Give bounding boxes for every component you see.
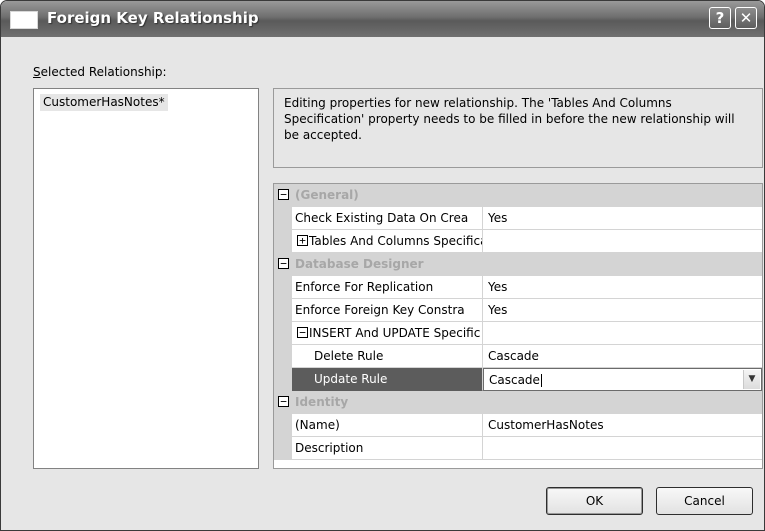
property-row-name[interactable]: (Name) CustomerHasNotes (274, 414, 762, 437)
property-name: Delete Rule (292, 345, 483, 368)
category-general[interactable]: − (General) (274, 184, 762, 207)
property-row-tables-columns[interactable]: Tables And Columns Specifica + (274, 230, 762, 253)
property-value[interactable]: Cascade (489, 373, 540, 387)
property-value[interactable] (483, 322, 762, 345)
description-panel: Editing properties for new relationship.… (273, 88, 763, 168)
close-button[interactable]: ✕ (735, 7, 757, 29)
property-value[interactable] (483, 437, 762, 460)
help-icon: ? (715, 9, 725, 27)
property-name: Description (292, 437, 483, 460)
text-caret (540, 374, 542, 387)
chevron-down-icon: ▼ (748, 374, 756, 384)
property-row-update-rule[interactable]: Update Rule Cascade ▼ (274, 368, 762, 391)
title-bar[interactable]: Foreign Key Relationship ? ✕ (1, 1, 764, 37)
property-row-delete-rule[interactable]: Delete Rule Cascade (274, 345, 762, 368)
label-accesskey: S (33, 65, 41, 79)
category-label: (General) (292, 184, 762, 207)
property-value[interactable]: Yes (483, 207, 762, 230)
minus-box-icon[interactable]: − (297, 327, 308, 338)
property-value[interactable]: Yes (483, 299, 762, 322)
help-button[interactable]: ? (709, 7, 731, 29)
property-name: Enforce For Replication (292, 276, 483, 299)
update-rule-dropdown[interactable]: Cascade ▼ (483, 368, 762, 391)
ok-button[interactable]: OK (546, 487, 643, 515)
property-name: (Name) (292, 414, 483, 437)
category-identity[interactable]: − Identity (274, 391, 762, 414)
minus-box-icon[interactable]: − (278, 189, 289, 200)
minus-box-icon[interactable]: − (278, 258, 289, 269)
cancel-button[interactable]: Cancel (656, 487, 753, 515)
list-item[interactable]: CustomerHasNotes* (40, 94, 168, 111)
plus-box-icon[interactable]: + (297, 235, 308, 246)
property-row-insert-update[interactable]: INSERT And UPDATE Specific − (274, 322, 762, 345)
property-name: Enforce Foreign Key Constra (292, 299, 483, 322)
dialog-window: Foreign Key Relationship ? ✕ Selected Re… (0, 0, 765, 531)
property-value[interactable]: CustomerHasNotes (483, 414, 762, 437)
category-database-designer[interactable]: − Database Designer (274, 253, 762, 276)
window-title: Foreign Key Relationship (47, 9, 259, 27)
category-label: Identity (292, 391, 762, 414)
property-row-description[interactable]: Description (274, 437, 762, 460)
property-value[interactable] (483, 230, 762, 253)
minus-box-icon[interactable]: − (278, 396, 289, 407)
property-row-enforce-fk[interactable]: Enforce Foreign Key Constra Yes (274, 299, 762, 322)
category-label: Database Designer (292, 253, 762, 276)
selected-relationship-label: Selected Relationship: (33, 65, 167, 79)
property-row-check-existing[interactable]: Check Existing Data On Crea Yes (274, 207, 762, 230)
property-row-enforce-replication[interactable]: Enforce For Replication Yes (274, 276, 762, 299)
property-name: Tables And Columns Specifica (292, 230, 483, 253)
relationship-list[interactable]: CustomerHasNotes* (33, 88, 259, 469)
dropdown-button[interactable]: ▼ (743, 370, 760, 389)
property-value[interactable]: Cascade (483, 345, 762, 368)
property-name: Check Existing Data On Crea (292, 207, 483, 230)
label-text: elected Relationship: (40, 65, 167, 79)
property-value[interactable]: Yes (483, 276, 762, 299)
close-icon: ✕ (739, 9, 753, 27)
property-name: INSERT And UPDATE Specific (292, 322, 483, 345)
window-icon (10, 11, 38, 29)
property-name: Update Rule (292, 368, 483, 391)
property-grid[interactable]: − (General) Check Existing Data On Crea … (273, 183, 763, 469)
